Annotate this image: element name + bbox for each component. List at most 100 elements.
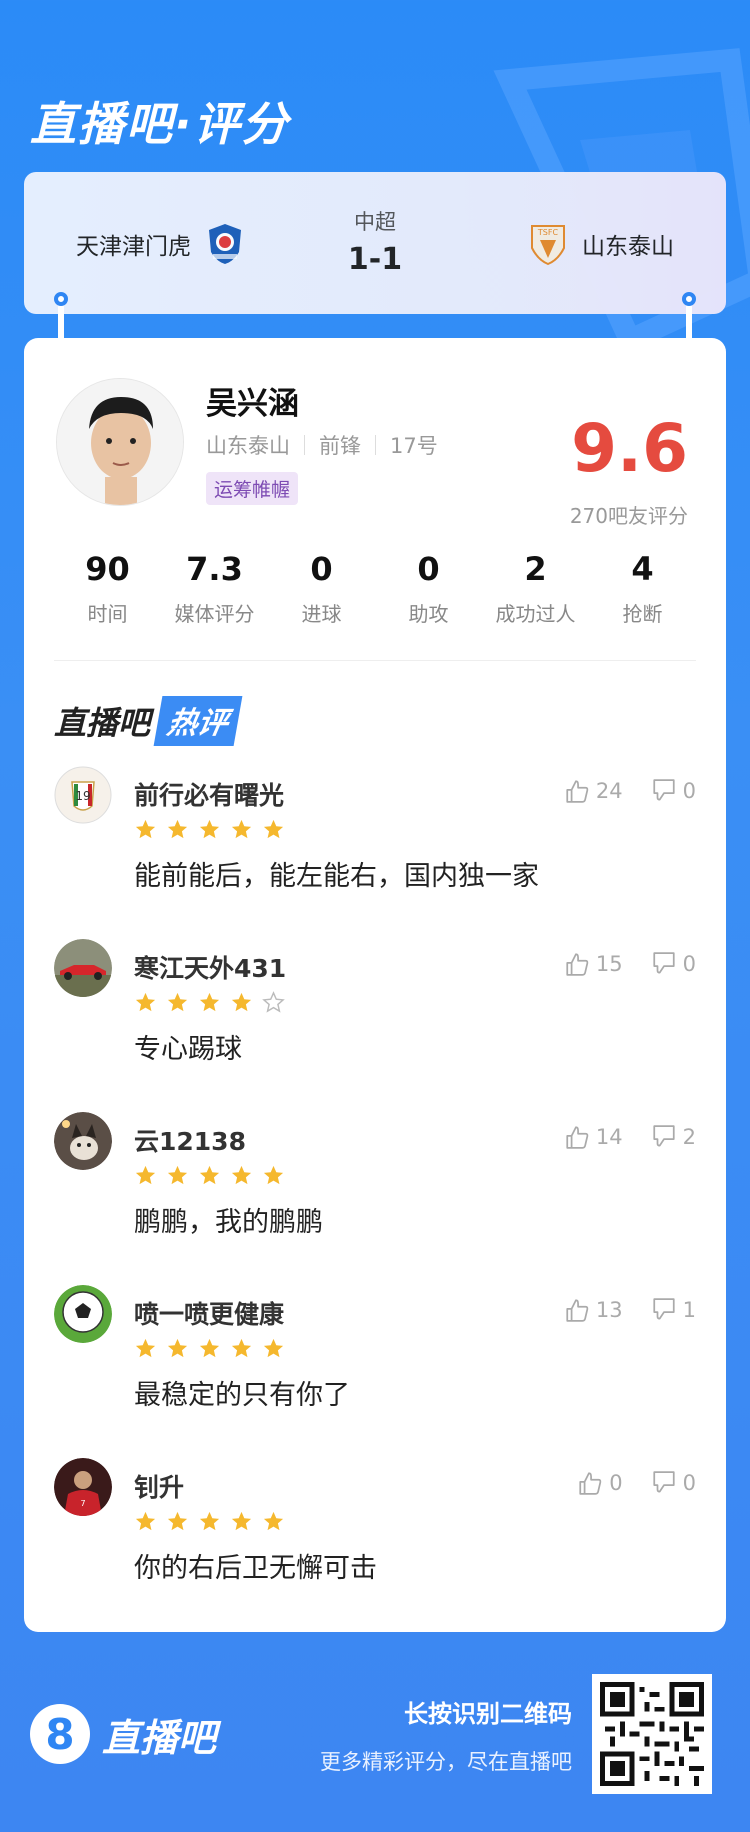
comment-actions: 14 2: [564, 1124, 696, 1150]
match-card[interactable]: 天津津门虎 中超 1-1 TSFC 山东泰山: [24, 172, 726, 314]
like-count: 0: [609, 1471, 623, 1495]
thumbs-down-icon: [653, 1298, 675, 1320]
thumbs-down-icon: [653, 779, 675, 801]
star-filled-icon: [167, 1338, 188, 1358]
comment-item[interactable]: 云12138 鹏鹏，我的鹏鹏 14 2: [54, 1112, 696, 1282]
comment-text: 最稳定的只有你了: [134, 1380, 350, 1411]
player-position: 前锋: [319, 434, 361, 458]
stat-value: 0: [310, 550, 333, 588]
star-filled-icon: [167, 819, 188, 839]
dog-avatar-icon: [54, 1112, 112, 1170]
like-button[interactable]: 13: [564, 1297, 623, 1323]
star-rating: [134, 1510, 285, 1533]
star-filled-icon: [167, 992, 188, 1012]
hot-title-badge: 热评: [153, 696, 243, 746]
thumbs-up-icon: [566, 1126, 589, 1149]
commenter-avatar[interactable]: [54, 1285, 112, 1343]
footer-logo-text: 直播吧: [102, 1715, 217, 1760]
star-filled-icon: [135, 992, 156, 1012]
stat-value: 2: [524, 550, 547, 588]
commenter-name[interactable]: 喷一喷更健康: [134, 1295, 284, 1331]
thumbs-up-icon: [566, 953, 589, 976]
dislike-count: 0: [682, 952, 696, 976]
player-jersey-avatar-icon: 7: [54, 1458, 112, 1516]
dislike-button[interactable]: 0: [651, 1470, 696, 1496]
left-connector: [58, 300, 64, 340]
commenter-avatar[interactable]: [54, 1112, 112, 1170]
stat-label: 时间: [87, 602, 128, 626]
hot-comments-title: 直播吧 热评: [54, 696, 243, 746]
dislike-button[interactable]: 1: [651, 1297, 696, 1323]
thumbs-down-icon: [653, 1471, 675, 1493]
comment-item[interactable]: 19 前行必有曙光 能前能后，能左能右，国内独一家 24 0: [54, 766, 696, 936]
section-divider: [54, 660, 696, 661]
star-rating: [134, 1337, 285, 1360]
stat-value: 4: [631, 550, 654, 588]
zhibo8-logo-icon: 8: [30, 1704, 90, 1764]
comment-item[interactable]: 7 钊升 你的右后卫无懈可击 0 0: [54, 1458, 696, 1628]
svg-text:7: 7: [80, 1499, 85, 1508]
player-avatar[interactable]: [56, 378, 184, 506]
dislike-button[interactable]: 2: [651, 1124, 696, 1150]
comment-actions: 0 0: [577, 1470, 696, 1496]
meta-divider: [375, 435, 376, 455]
commenter-avatar[interactable]: [54, 939, 112, 997]
footer-qr-hint: 长按识别二维码: [404, 1700, 572, 1728]
stat-label: 助攻: [408, 602, 449, 626]
star-rating: [134, 1164, 285, 1187]
thumbs-up-icon: [566, 780, 589, 803]
player-club: 山东泰山: [206, 434, 290, 458]
dislike-button[interactable]: 0: [651, 778, 696, 804]
commenter-name[interactable]: 云12138: [134, 1122, 246, 1158]
svg-text:19: 19: [75, 789, 90, 803]
stat-value: 90: [85, 550, 130, 588]
like-button[interactable]: 0: [577, 1470, 623, 1496]
thumbs-down-icon: [653, 1125, 675, 1147]
commenter-avatar[interactable]: 7: [54, 1458, 112, 1516]
stat-label: 成功过人: [495, 602, 576, 626]
comment-actions: 15 0: [564, 951, 696, 977]
commenter-avatar[interactable]: 19: [54, 766, 112, 824]
star-filled-icon: [199, 819, 220, 839]
thumbs-up-icon: [579, 1472, 602, 1495]
away-team-badge-icon: TSFC: [531, 225, 565, 266]
comment-item[interactable]: 喷一喷更健康 最稳定的只有你了 13 1: [54, 1285, 696, 1455]
player-tag-badge: 运筹帷幄: [206, 472, 299, 505]
footer-logo[interactable]: 8 直播吧: [30, 1704, 216, 1764]
star-filled-icon: [231, 992, 252, 1012]
rating-count: 270吧友评分: [569, 504, 688, 528]
comment-item[interactable]: 寒江天外431 专心踢球 15 0: [54, 939, 696, 1109]
star-filled-icon: [199, 992, 220, 1012]
right-connector: [686, 300, 692, 340]
star-filled-icon: [135, 1511, 156, 1531]
star-filled-icon: [167, 1511, 188, 1531]
commenter-name[interactable]: 钊升: [134, 1468, 184, 1504]
qr-code-icon[interactable]: [592, 1674, 712, 1794]
star-empty-icon: [262, 991, 285, 1013]
like-button[interactable]: 24: [564, 778, 623, 804]
like-button[interactable]: 15: [564, 951, 623, 977]
away-team[interactable]: TSFC 山东泰山: [528, 222, 674, 266]
left-connector-top-dot: [54, 292, 68, 306]
star-filled-icon: [263, 1511, 284, 1531]
star-filled-icon: [135, 1165, 156, 1185]
stat-item: 7.3 媒体评分: [161, 550, 268, 627]
dislike-button[interactable]: 0: [651, 951, 696, 977]
star-filled-icon: [167, 1165, 188, 1185]
race-car-avatar-icon: [54, 939, 112, 997]
dislike-count: 0: [682, 779, 696, 803]
svg-text:TSFC: TSFC: [537, 228, 559, 237]
stat-item: 0 进球: [268, 550, 375, 627]
star-rating: [134, 818, 285, 841]
stat-value: 0: [417, 550, 440, 588]
player-rating-card: 吴兴涵 山东泰山 前锋 17号 运筹帷幄 9.6 270吧友评分 90 时间 7…: [24, 338, 726, 1632]
thumbs-up-icon: [566, 1299, 589, 1322]
star-filled-icon: [199, 1511, 220, 1531]
dislike-count: 1: [682, 1298, 696, 1322]
footer-tagline: 更多精彩评分，尽在直播吧: [320, 1750, 572, 1774]
brand-title: 直播吧·评分: [30, 97, 290, 151]
commenter-name[interactable]: 前行必有曙光: [134, 776, 284, 812]
commenter-name[interactable]: 寒江天外431: [134, 949, 286, 985]
like-button[interactable]: 14: [564, 1124, 623, 1150]
qr-code-pattern: [600, 1682, 704, 1786]
